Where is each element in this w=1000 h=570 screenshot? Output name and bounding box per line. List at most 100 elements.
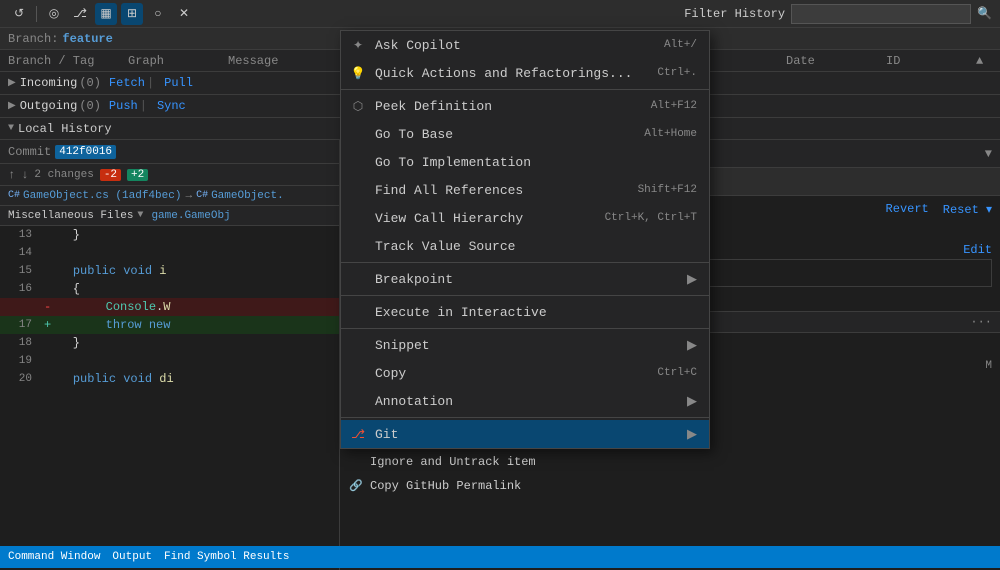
menu-label-find-refs: Find All References [375,183,618,198]
revert-button[interactable]: Revert [886,202,929,216]
breakpoint-arrow: ▶ [687,272,697,287]
copy-permalink-link[interactable]: 🔗 Copy GitHub Permalink [348,475,992,497]
execute-icon [349,303,367,321]
actions-icon[interactable]: ✕ [173,3,195,25]
menu-label-ask-copilot: Ask Copilot [375,38,644,53]
branch-label: Branch: [8,32,58,46]
menu-item-breakpoint[interactable]: Breakpoint ▶ [341,265,709,293]
outgoing-separator: | [140,99,147,113]
separator-2 [341,262,709,263]
menu-label-peek-def: Peek Definition [375,99,631,114]
misc-files-row: Miscellaneous Files ▼ game.GameObj [0,206,339,226]
filter-history-label: Filter History [684,7,785,21]
menu-item-quick-actions[interactable]: 💡 Quick Actions and Refactorings... Ctrl… [341,59,709,87]
menu-shortcut-find-refs: Shift+F12 [638,184,697,196]
changes-more-button[interactable]: ··· [970,315,992,329]
menu-label-call-hier: View Call Hierarchy [375,211,585,226]
ignore-icon [348,454,364,470]
col-header-id: ID [886,54,976,68]
menu-label-quick-actions: Quick Actions and Refactorings... [375,66,637,81]
sync-link[interactable]: Sync [157,99,186,113]
menu-label-breakpoint: Breakpoint [375,272,527,287]
separator-4 [341,328,709,329]
branch-name: feature [62,32,112,46]
menu-shortcut-call-hier: Ctrl+K, Ctrl+T [605,212,697,224]
incoming-expand-icon: ▶ [8,77,16,89]
pending-changes-icon[interactable]: ◎ [43,3,65,25]
fetch-link[interactable]: Fetch [109,76,145,90]
context-menu: ✦ Ask Copilot Alt+/ 💡 Quick Actions and … [340,30,710,449]
commit-dropdown-icon[interactable]: ▼ [985,147,992,161]
reset-button[interactable]: Reset ▾ [943,202,992,217]
menu-label-execute: Execute in Interactive [375,305,697,320]
code-panel: Commit 412f0016 ↑ ↓ 2 changes -2 +2 C# G… [0,140,340,570]
go-base-icon [349,125,367,143]
menu-item-find-refs[interactable]: Find All References Shift+F12 [341,176,709,204]
up-arrow-icon[interactable]: ↑ [8,168,15,182]
filter-history-input[interactable] [791,4,971,24]
menu-item-snippet[interactable]: Snippet ▶ [341,331,709,359]
incoming-count: (0) [79,76,101,90]
code-line-19: 19 [0,352,339,370]
commit-label-text: Commit [8,145,51,159]
breakpoint-icon [349,270,367,288]
settings-icon[interactable]: ○ [147,3,169,25]
go-impl-icon [349,153,367,171]
file-path-name: GameObject.cs (1adf4bec) [23,190,181,202]
down-arrow-icon[interactable]: ↓ [21,168,28,182]
outgoing-expand-icon: ▶ [8,100,16,112]
code-editor: 13 } 14 15 public void i 16 { - Console.… [0,226,339,548]
ignore-untrack-link[interactable]: Ignore and Untrack item [348,451,992,473]
history-icon[interactable]: ▦ [95,3,117,25]
copilot-icon: ✦ [349,36,367,54]
commit-header: Commit 412f0016 [0,140,339,164]
top-toolbar: ↺ ◎ ⎇ ▦ ⊞ ○ ✕ Filter History 🔍 [0,0,1000,28]
code-line-16: 16 { [0,280,339,298]
copy-icon [349,364,367,382]
annotation-icon [349,392,367,410]
menu-label-annotation: Annotation [375,394,527,409]
misc-dropdown-icon[interactable]: ▼ [137,210,143,221]
file-status-badge: M [985,360,992,372]
menu-item-track-value[interactable]: Track Value Source [341,232,709,260]
commit-id-badge: 412f0016 [55,145,116,159]
branches-icon[interactable]: ⎇ [69,3,91,25]
menu-shortcut-copy: Ctrl+C [657,367,697,379]
call-hier-icon [349,209,367,227]
menu-item-execute-interactive[interactable]: Execute in Interactive [341,298,709,326]
status-output[interactable]: Output [112,551,152,563]
menu-item-git[interactable]: ⎇ Git ▶ [341,420,709,448]
status-find-symbol[interactable]: Find Symbol Results [164,551,289,563]
col-header-date: Date [786,54,886,68]
menu-label-copy: Copy [375,366,637,381]
push-link[interactable]: Push [109,99,138,113]
track-val-icon [349,237,367,255]
edit-button[interactable]: Edit [963,243,992,257]
menu-item-ask-copilot[interactable]: ✦ Ask Copilot Alt+/ [341,31,709,59]
git-arrow: ▶ [687,427,697,442]
menu-item-go-to-impl[interactable]: Go To Implementation [341,148,709,176]
copy-permalink-label: Copy GitHub Permalink [370,479,521,493]
menu-shortcut-peek-def: Alt+F12 [651,100,697,112]
code-line-14: 14 [0,244,339,262]
outgoing-count: (0) [79,99,101,113]
menu-item-annotation[interactable]: Annotation ▶ [341,387,709,415]
menu-item-call-hierarchy[interactable]: View Call Hierarchy Ctrl+K, Ctrl+T [341,204,709,232]
toolbar-separator [36,6,37,22]
status-command-window[interactable]: Command Window [8,551,100,563]
git-graph-icon[interactable]: ⊞ [121,3,143,25]
search-icon[interactable]: 🔍 [977,6,992,21]
plus-badge: +2 [127,169,148,181]
separator-1 [341,89,709,90]
pull-link[interactable]: Pull [164,76,193,90]
separator-5 [341,417,709,418]
menu-item-copy[interactable]: Copy Ctrl+C [341,359,709,387]
peek-def-icon: ⬡ [349,97,367,115]
menu-item-peek-definition[interactable]: ⬡ Peek Definition Alt+F12 [341,92,709,120]
refresh-icon[interactable]: ↺ [8,3,30,25]
incoming-label: Incoming [20,76,78,90]
menu-item-go-to-base[interactable]: Go To Base Alt+Home [341,120,709,148]
snippet-arrow: ▶ [687,338,697,353]
local-history-expand-icon: ▼ [8,123,14,134]
menu-label-snippet: Snippet [375,338,527,353]
